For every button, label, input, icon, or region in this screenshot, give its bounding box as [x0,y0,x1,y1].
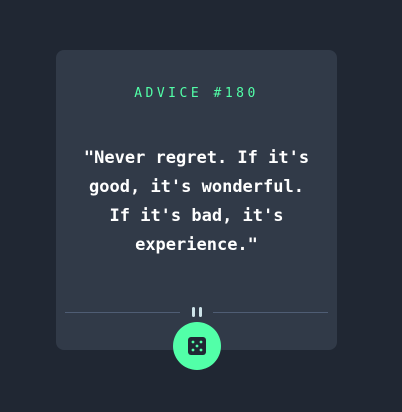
pattern-divider [65,307,328,322]
divider-line-left [65,312,180,313]
pause-icon [191,307,203,317]
dice-button[interactable] [173,322,221,370]
advice-card: ADVICE #180 "Never regret. If it's good,… [56,50,337,350]
divider-line-right [213,312,328,313]
advice-number: ADVICE #180 [134,86,259,101]
dice-icon [188,337,206,355]
app-stage: ADVICE #180 "Never regret. If it's good,… [0,0,402,412]
advice-quote: "Never regret. If it's good, it's wonder… [83,148,310,255]
